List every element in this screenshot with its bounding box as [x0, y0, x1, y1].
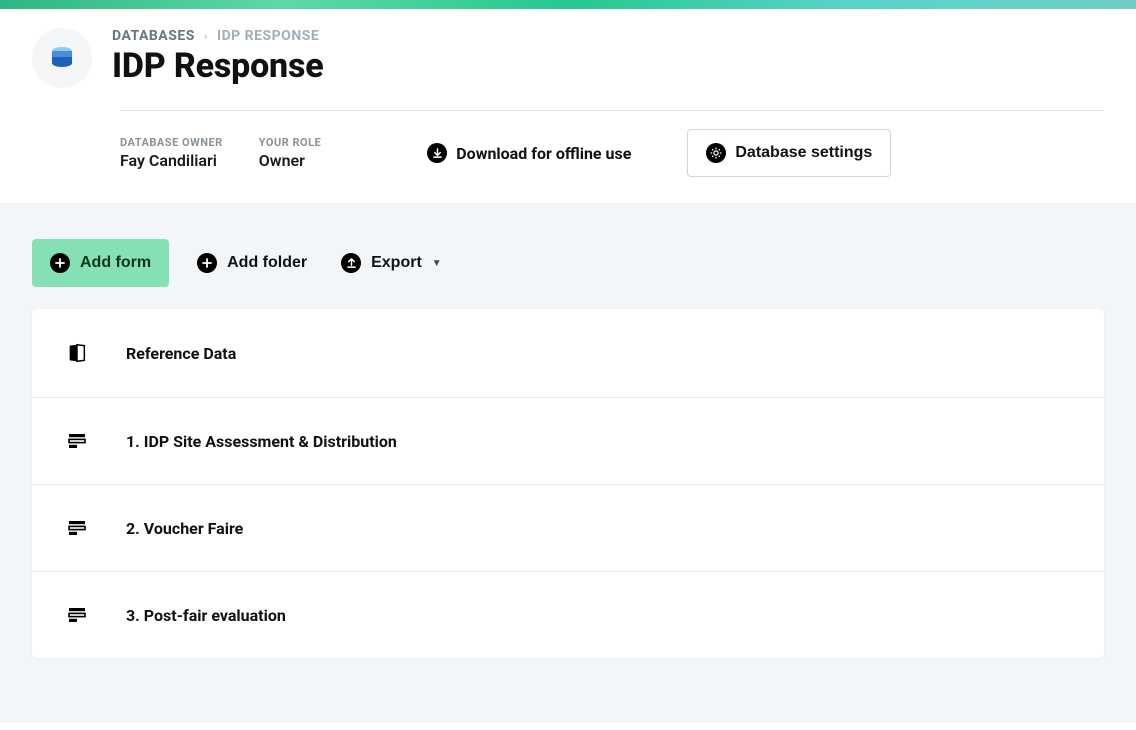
owner-block: DATABASE OWNER Fay Candiliari — [120, 136, 223, 170]
content-area: Add form Add folder Export ▼ Reference D… — [0, 203, 1136, 723]
role-label: YOUR ROLE — [259, 136, 322, 149]
export-button[interactable]: Export ▼ — [335, 241, 448, 285]
list-item-form[interactable]: 1. IDP Site Assessment & Distribution — [32, 398, 1104, 485]
breadcrumb-root[interactable]: DATABASES — [112, 28, 195, 44]
chevron-down-icon: ▼ — [432, 258, 442, 269]
toolbar: Add form Add folder Export ▼ — [32, 239, 1104, 287]
top-gradient-bar — [0, 0, 1136, 9]
add-folder-label: Add folder — [227, 254, 307, 272]
title-row: DATABASES › IDP RESPONSE IDP Response — [32, 28, 1104, 88]
breadcrumb-current: IDP RESPONSE — [217, 28, 319, 44]
database-icon — [32, 28, 92, 88]
title-content: DATABASES › IDP RESPONSE IDP Response — [112, 28, 1104, 86]
list-item-form[interactable]: 3. Post-fair evaluation — [32, 572, 1104, 658]
gear-icon — [706, 143, 726, 163]
role-block: YOUR ROLE Owner — [259, 136, 322, 170]
add-form-button[interactable]: Add form — [32, 239, 169, 287]
owner-value: Fay Candiliari — [120, 151, 223, 170]
owner-label: DATABASE OWNER — [120, 136, 223, 149]
item-list: Reference Data 1. IDP Site Assessment & … — [32, 309, 1104, 658]
download-offline-button[interactable]: Download for offline use — [427, 143, 631, 163]
download-icon — [427, 143, 447, 163]
settings-label: Database settings — [735, 144, 872, 162]
item-label: 1. IDP Site Assessment & Distribution — [126, 432, 397, 451]
export-label: Export — [371, 254, 422, 272]
database-settings-button[interactable]: Database settings — [687, 129, 891, 177]
header: DATABASES › IDP RESPONSE IDP Response DA… — [0, 9, 1136, 203]
meta-row: DATABASE OWNER Fay Candiliari YOUR ROLE … — [120, 111, 1104, 203]
breadcrumb: DATABASES › IDP RESPONSE — [112, 28, 1104, 44]
item-label: Reference Data — [126, 344, 236, 363]
add-form-label: Add form — [80, 254, 151, 272]
item-label: 3. Post-fair evaluation — [126, 606, 286, 625]
plus-icon — [50, 253, 70, 273]
download-label: Download for offline use — [456, 144, 631, 163]
list-item-form[interactable]: 2. Voucher Faire — [32, 485, 1104, 572]
add-folder-button[interactable]: Add folder — [191, 241, 313, 285]
export-icon — [341, 253, 361, 273]
form-icon — [66, 518, 88, 538]
list-item-folder[interactable]: Reference Data — [32, 309, 1104, 398]
plus-icon — [197, 253, 217, 273]
chevron-right-icon: › — [204, 29, 208, 43]
folder-icon — [66, 342, 88, 364]
page-title: IDP Response — [112, 46, 1104, 86]
item-label: 2. Voucher Faire — [126, 519, 243, 538]
role-value: Owner — [259, 151, 322, 170]
form-icon — [66, 431, 88, 451]
form-icon — [66, 605, 88, 625]
